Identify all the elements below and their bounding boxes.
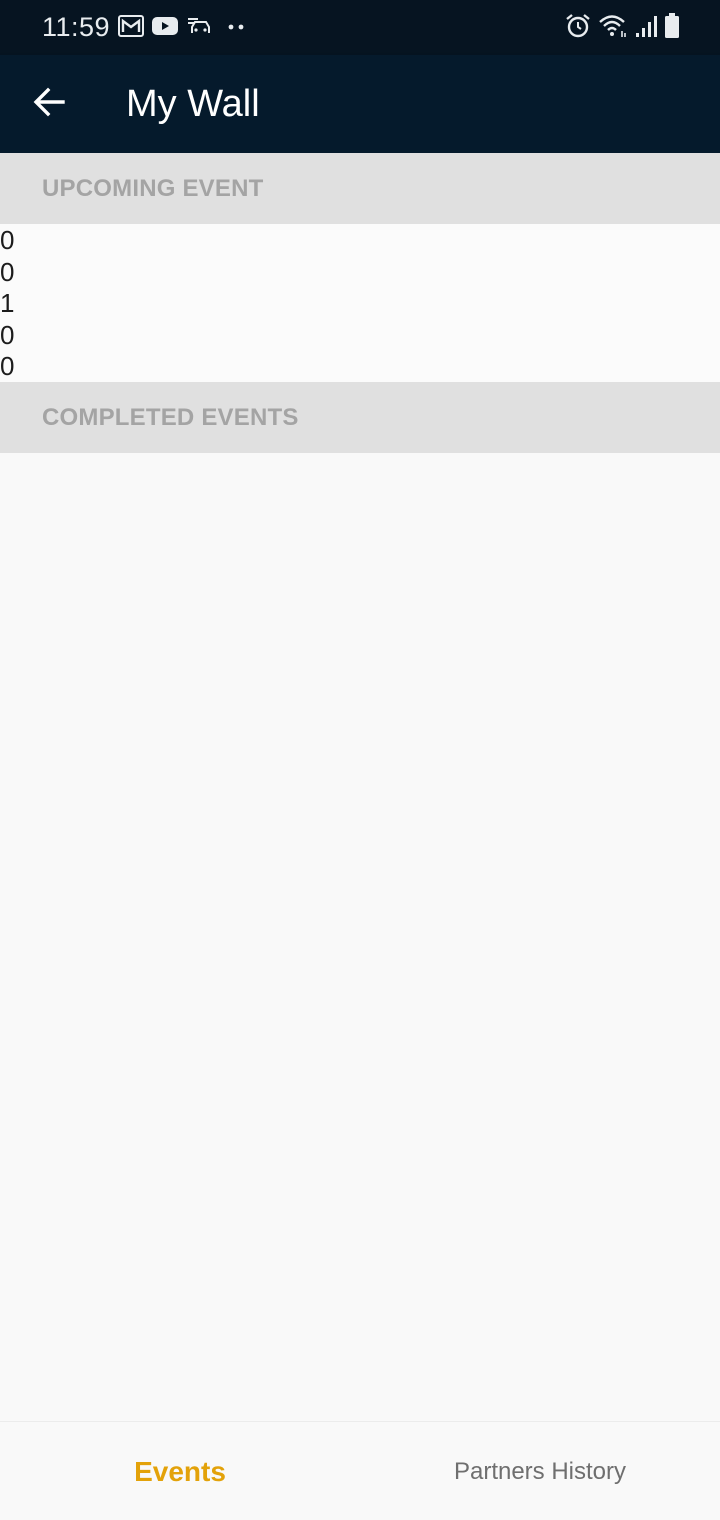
battery-icon — [664, 12, 680, 44]
list-item: 0 — [0, 225, 15, 255]
system-icons — [565, 12, 680, 44]
status-bar: 11:59 — [0, 0, 720, 55]
back-button[interactable] — [22, 77, 76, 131]
list-item: 0 — [0, 319, 15, 350]
list-item: 0 — [0, 351, 15, 382]
bottom-navigation: Events Partners History — [0, 1421, 720, 1520]
app-bar: My Wall — [0, 55, 720, 153]
wifi-icon — [598, 13, 628, 44]
list-item: 1 — [0, 288, 15, 319]
upcoming-values: 0 0 1 0 0 — [0, 225, 14, 383]
tab-partners-history[interactable]: Partners History — [360, 1422, 720, 1520]
tab-events-label: Events — [134, 1455, 226, 1487]
tab-partners-history-label: Partners History — [453, 1457, 627, 1485]
page-title: My Wall — [126, 83, 260, 125]
upcoming-event-header: UPCOMING EVENT — [0, 153, 720, 224]
more-dots-icon — [220, 19, 250, 37]
youtube-icon — [152, 16, 178, 41]
tab-events[interactable]: Events — [0, 1422, 360, 1520]
alarm-icon — [565, 13, 591, 44]
completed-events-header: COMPLETED EVENTS — [0, 382, 720, 453]
arrow-back-icon — [33, 87, 65, 122]
notification-icons — [118, 14, 250, 42]
upcoming-event-list: 0 0 1 0 0 — [0, 224, 720, 382]
status-time: 11:59 — [42, 12, 111, 42]
list-item: 0 — [0, 256, 15, 287]
completed-events-title: COMPLETED EVENTS — [42, 404, 299, 431]
upcoming-event-title: UPCOMING EVENT — [42, 175, 264, 202]
my-wall-screen: 11:59 My Wall UPCOMING EVENT 0 0 1 0 0 C… — [0, 0, 720, 1520]
signal-icon — [635, 14, 657, 43]
gmail-icon — [118, 14, 144, 42]
car-mode-icon — [186, 15, 212, 42]
